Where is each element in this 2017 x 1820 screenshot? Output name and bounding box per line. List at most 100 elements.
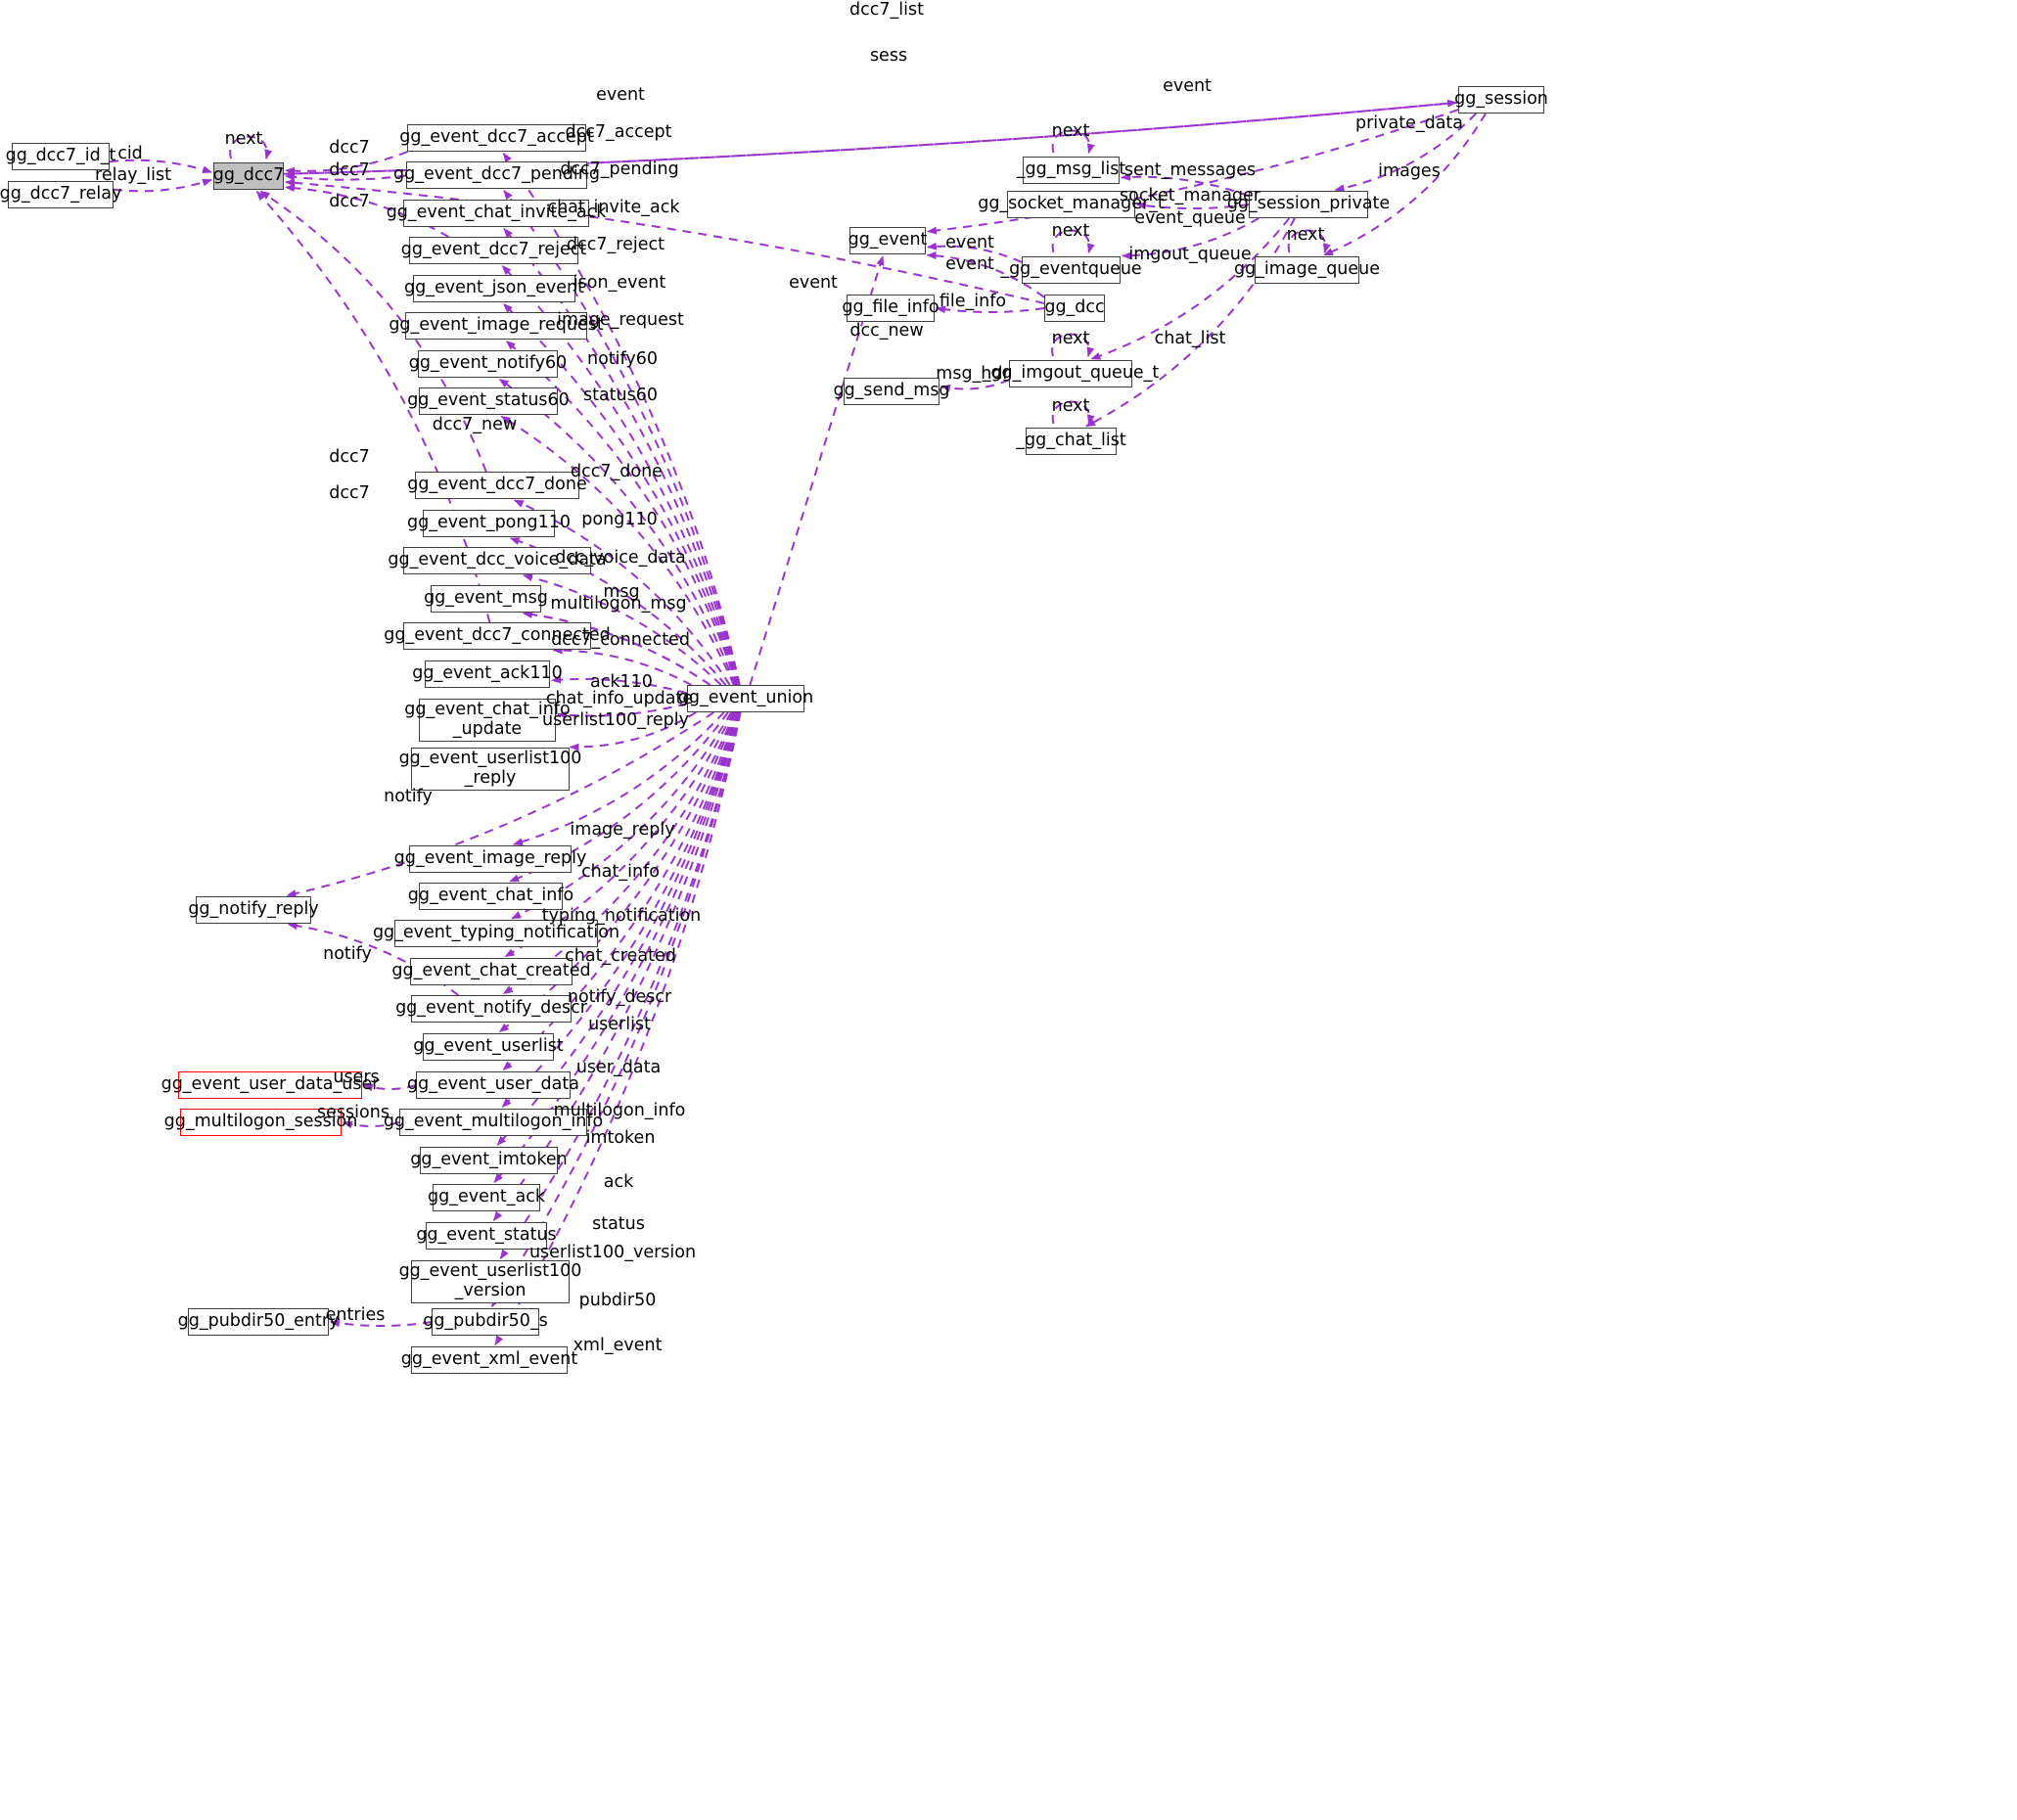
edge-label: dcc_voice_data [555, 548, 686, 568]
edge-label: next [1051, 121, 1090, 141]
node-gg_event_json_event[interactable]: gg_event_json_event [404, 275, 584, 302]
node-gg_event_userlist[interactable]: gg_event_userlist [413, 1033, 564, 1061]
edge-label: notify_descr [567, 987, 672, 1007]
node-gg_event_userlist100_reply[interactable]: gg_event_userlist100 _reply [399, 748, 581, 791]
edge-label: json_event [573, 273, 666, 293]
edge-label: cid [117, 144, 143, 163]
edge-label: multilogon_info [553, 1101, 686, 1120]
edge-label: dcc7_new [432, 415, 518, 434]
edge-label: userlist100_reply [542, 710, 689, 730]
edge-label: socket_manager [1120, 186, 1261, 205]
node-gg_event_user_data[interactable]: gg_event_user_data [407, 1071, 579, 1099]
edge-label: next [1051, 396, 1090, 416]
edge-label: status [592, 1214, 645, 1234]
edge-label: event [596, 85, 645, 105]
edge-label: imgout_queue [1128, 245, 1252, 264]
edge-label: sess [869, 46, 908, 66]
node-gg_event_ack110[interactable]: gg_event_ack110 [412, 660, 563, 688]
edge-label: chat_invite_ack [547, 198, 680, 217]
edge-label: dcc7_done [571, 462, 663, 481]
node-gg_event_ack[interactable]: gg_event_ack [428, 1184, 545, 1211]
node-gg_file_info[interactable]: gg_file_info [842, 295, 940, 322]
node-gg_event_chat_created[interactable]: gg_event_chat_created [391, 958, 591, 985]
edge-label: notify [384, 787, 433, 806]
edge-label: dcc7 [329, 138, 370, 158]
edge-label: dcc7_pending [560, 159, 679, 179]
edge-label: chat_created [565, 946, 676, 966]
edge-label: relay_list [95, 165, 171, 185]
edge-label: multilogon_msg [550, 594, 687, 614]
edge-label: next [1286, 225, 1325, 245]
node-gg_event_msg[interactable]: gg_event_msg [424, 585, 548, 613]
edge-label: image_reply [570, 820, 675, 840]
node-_gg_msg_list[interactable]: _gg_msg_list [1017, 157, 1125, 184]
edge-label: xml_event [573, 1336, 663, 1355]
edge-label: image_request [557, 310, 684, 330]
edge-label: status60 [582, 386, 659, 405]
node-gg_event_notify60[interactable]: gg_event_notify60 [409, 350, 567, 378]
edge-label: msg_hdr [936, 364, 1010, 384]
node-gg_dcc7[interactable]: gg_dcc7 [213, 162, 284, 190]
node-gg_event_union[interactable]: gg_event_union [678, 685, 813, 712]
node-gg_event_notify_descr[interactable]: gg_event_notify_descr [395, 995, 587, 1023]
edge-label: event [945, 254, 994, 274]
edge-label: dcc7 [329, 160, 370, 180]
edge-label: dcc7_reject [567, 235, 665, 254]
edge [1323, 113, 1487, 256]
edge-label: ack [603, 1172, 634, 1192]
edge-label: next [1051, 221, 1090, 241]
node-gg_event_dcc7_accept[interactable]: gg_event_dcc7_accept [399, 124, 594, 152]
node-gg_notify_reply[interactable]: gg_notify_reply [188, 896, 319, 924]
edge-label: dcc_new [849, 321, 924, 341]
node-gg_dcc7_relay[interactable]: gg_dcc7_relay [0, 181, 121, 208]
node-gg_event_userlist100_version[interactable]: gg_event_userlist100 _version [399, 1260, 581, 1303]
edge-label: sent_messages [1123, 160, 1257, 180]
node-gg_event_dcc7_reject[interactable]: gg_event_dcc7_reject [401, 237, 586, 264]
edge-label: chat_info [581, 862, 660, 882]
edge-label: pubdir50 [578, 1291, 657, 1310]
edge-label: users [333, 1068, 380, 1087]
node-gg_send_msg[interactable]: gg_send_msg [833, 378, 950, 405]
edge-label: event_queue [1134, 208, 1246, 228]
node-gg_event_chat_info_update[interactable]: gg_event_chat_info _update [404, 699, 571, 742]
node-gg_event_status60[interactable]: gg_event_status60 [407, 387, 570, 415]
edge-label: user_data [575, 1058, 662, 1077]
edge-label: event [1163, 76, 1212, 96]
edge-label: imtoken [585, 1128, 656, 1148]
edge-label: event [945, 233, 994, 252]
node-_gg_chat_list[interactable]: _gg_chat_list [1016, 428, 1126, 455]
edge-label: dcc7_accept [565, 122, 672, 142]
edge-label: dcc7 [329, 192, 370, 211]
node-gg_event[interactable]: gg_event [848, 227, 927, 254]
edge-label: dcc7 [329, 483, 370, 503]
edge-label: event [789, 273, 838, 293]
edge-label: notify60 [587, 349, 658, 369]
edge-label: entries [325, 1305, 386, 1325]
node-gg_pubdir50_entry[interactable]: gg_pubdir50_entry [178, 1308, 339, 1336]
node-gg_image_queue[interactable]: gg_image_queue [1234, 256, 1380, 284]
edge-label: notify [323, 944, 372, 964]
node-gg_socket_manager_t[interactable]: gg_socket_manager_t [978, 191, 1165, 218]
edge-label: typing_notification [541, 906, 702, 926]
node-gg_event_imtoken[interactable]: gg_event_imtoken [410, 1147, 568, 1174]
node-gg_session_private[interactable]: gg_session_private [1227, 191, 1390, 218]
node-_gg_imgout_queue_t[interactable]: _gg_imgout_queue_t [983, 360, 1159, 387]
edge-label: next [1051, 329, 1090, 348]
edge-label: chat_info_update [545, 689, 694, 708]
edge-label: dcc7_list [849, 0, 924, 20]
node-gg_session[interactable]: gg_session [1454, 86, 1548, 114]
node-gg_event_pong110[interactable]: gg_event_pong110 [407, 510, 571, 537]
edge-label: dcc7_connected [551, 630, 690, 650]
node-gg_event_dcc7_done[interactable]: gg_event_dcc7_done [407, 472, 587, 499]
node-gg_pubdir50_s[interactable]: gg_pubdir50_s [423, 1308, 548, 1336]
edge-label: file_info [939, 292, 1007, 311]
edge-label: userlist [588, 1015, 651, 1034]
node-gg_event_image_reply[interactable]: gg_event_image_reply [394, 845, 586, 873]
edge-label: next [224, 129, 263, 149]
node-_gg_eventqueue[interactable]: _gg_eventqueue [1000, 256, 1142, 284]
collaboration-diagram: gg_dcc7_id_t gg_dcc7_relay gg_dcc7 gg_event… [0, 0, 2017, 1820]
edge-label: pong110 [581, 510, 658, 529]
node-gg_dcc[interactable]: gg_dcc [1044, 295, 1105, 322]
edge-label: userlist100_version [528, 1243, 697, 1262]
node-gg_event_xml_event[interactable]: gg_event_xml_event [401, 1346, 577, 1374]
